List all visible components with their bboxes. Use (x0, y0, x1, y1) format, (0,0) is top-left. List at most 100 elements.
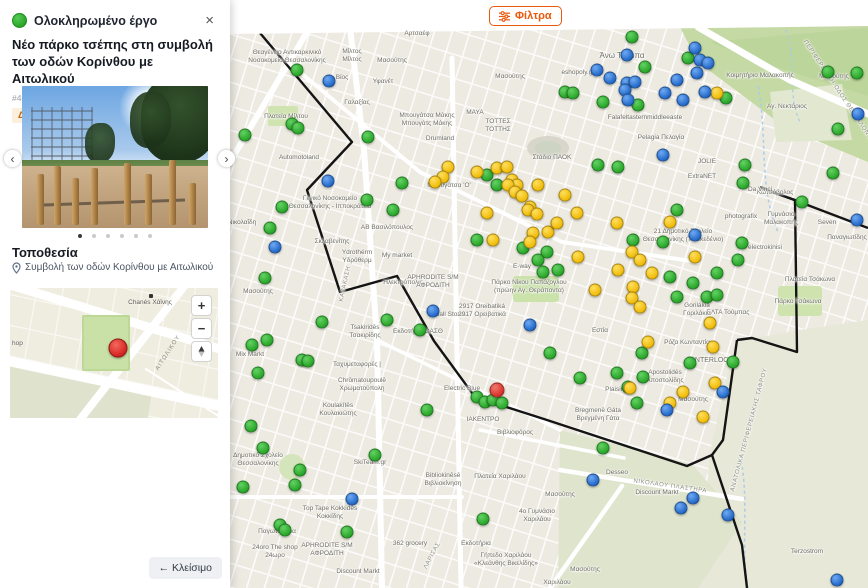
map-marker-green[interactable] (291, 121, 305, 135)
project-photo[interactable] (22, 86, 208, 228)
map-marker-red[interactable] (489, 382, 505, 398)
map-marker-yellow[interactable] (480, 206, 494, 220)
map-marker-green[interactable] (244, 419, 258, 433)
map-marker-yellow[interactable] (706, 340, 720, 354)
carousel-dot[interactable] (78, 234, 82, 238)
map-marker-blue[interactable] (523, 318, 537, 332)
map-marker-yellow[interactable] (611, 263, 625, 277)
map-marker-blue[interactable] (321, 174, 335, 188)
map-marker-green[interactable] (735, 236, 749, 250)
map-marker-green[interactable] (386, 203, 400, 217)
map-marker-green[interactable] (543, 346, 557, 360)
map-marker-green[interactable] (258, 271, 272, 285)
map-marker-green[interactable] (288, 478, 302, 492)
map-marker-yellow[interactable] (486, 233, 500, 247)
map-marker-blue[interactable] (716, 385, 730, 399)
map-marker-yellow[interactable] (623, 381, 637, 395)
map-marker-blue[interactable] (676, 93, 690, 107)
map-marker-green[interactable] (710, 288, 724, 302)
map-marker-green[interactable] (278, 523, 292, 537)
map-marker-green[interactable] (293, 463, 307, 477)
mini-map[interactable]: Chanés Χάϊνης hop ΑΙΤΩΛΙΚΟΥ + − (10, 288, 218, 418)
map-marker-blue[interactable] (322, 74, 336, 88)
map-marker-yellow[interactable] (500, 160, 514, 174)
filters-button[interactable]: Φίλτρα (489, 6, 562, 26)
map-marker-green[interactable] (610, 366, 624, 380)
map-marker-blue[interactable] (621, 93, 635, 107)
map-marker-green[interactable] (551, 263, 565, 277)
map-marker-blue[interactable] (674, 501, 688, 515)
map-marker-green[interactable] (275, 200, 289, 214)
map-canvas[interactable] (230, 0, 868, 588)
map-marker-yellow[interactable] (523, 235, 537, 249)
map-marker-blue[interactable] (268, 240, 282, 254)
map-marker-yellow[interactable] (550, 216, 564, 230)
map-marker-green[interactable] (626, 233, 640, 247)
close-icon[interactable]: × (201, 11, 218, 30)
map-marker-blue[interactable] (850, 213, 864, 227)
map-marker-yellow[interactable] (688, 250, 702, 264)
map-marker-green[interactable] (636, 370, 650, 384)
map-marker-yellow[interactable] (530, 207, 544, 221)
map-marker-green[interactable] (301, 354, 315, 368)
map-marker-green[interactable] (821, 65, 835, 79)
map-marker-yellow[interactable] (696, 410, 710, 424)
map-marker-yellow[interactable] (633, 253, 647, 267)
map-marker-green[interactable] (670, 203, 684, 217)
carousel-dot[interactable] (148, 234, 152, 238)
map-marker-green[interactable] (738, 158, 752, 172)
map-marker-blue[interactable] (701, 56, 715, 70)
map-marker-green[interactable] (596, 95, 610, 109)
map-marker-blue[interactable] (686, 491, 700, 505)
map-marker-green[interactable] (340, 525, 354, 539)
map-marker-green[interactable] (566, 86, 580, 100)
map-marker-green[interactable] (236, 480, 250, 494)
map-marker-green[interactable] (731, 253, 745, 267)
map-marker-green[interactable] (238, 128, 252, 142)
map-marker-green[interactable] (420, 403, 434, 417)
map-marker-green[interactable] (368, 448, 382, 462)
map-marker-blue[interactable] (590, 63, 604, 77)
map-marker-yellow[interactable] (571, 250, 585, 264)
map-marker-blue[interactable] (603, 71, 617, 85)
map-marker-green[interactable] (495, 396, 509, 410)
map-marker-blue[interactable] (851, 107, 865, 121)
map-marker-yellow[interactable] (663, 215, 677, 229)
map-marker-yellow[interactable] (531, 178, 545, 192)
carousel-dot[interactable] (134, 234, 138, 238)
map-marker-green[interactable] (245, 338, 259, 352)
map-marker-green[interactable] (625, 30, 639, 44)
map-marker-green[interactable] (596, 441, 610, 455)
map-marker-yellow[interactable] (633, 300, 647, 314)
map-marker-green[interactable] (315, 315, 329, 329)
carousel-dot[interactable] (92, 234, 96, 238)
map-marker-green[interactable] (630, 396, 644, 410)
map-marker-blue[interactable] (698, 85, 712, 99)
close-panel-button[interactable]: ← Κλείσιμο (148, 557, 222, 579)
map-marker-green[interactable] (536, 265, 550, 279)
map-marker-blue[interactable] (620, 48, 634, 62)
map-marker-green[interactable] (686, 276, 700, 290)
map-marker-yellow[interactable] (710, 86, 724, 100)
map-marker-green[interactable] (736, 176, 750, 190)
map-marker-green[interactable] (360, 193, 374, 207)
compass-button[interactable] (191, 341, 212, 362)
map-marker-blue[interactable] (658, 86, 672, 100)
map-marker-yellow[interactable] (570, 206, 584, 220)
zoom-in-button[interactable]: + (191, 295, 212, 316)
map-marker-green[interactable] (380, 313, 394, 327)
map-marker-yellow[interactable] (428, 175, 442, 189)
carousel-dot[interactable] (106, 234, 110, 238)
map-marker-green[interactable] (826, 166, 840, 180)
map-marker-blue[interactable] (660, 403, 674, 417)
map-marker-green[interactable] (795, 195, 809, 209)
map-marker-blue[interactable] (426, 304, 440, 318)
map-marker-green[interactable] (470, 233, 484, 247)
map-marker-blue[interactable] (656, 148, 670, 162)
map-marker-blue[interactable] (670, 73, 684, 87)
map-marker-green[interactable] (670, 290, 684, 304)
map-marker-green[interactable] (573, 371, 587, 385)
map-marker-yellow[interactable] (641, 335, 655, 349)
map-marker-green[interactable] (263, 221, 277, 235)
map-marker-yellow[interactable] (588, 283, 602, 297)
